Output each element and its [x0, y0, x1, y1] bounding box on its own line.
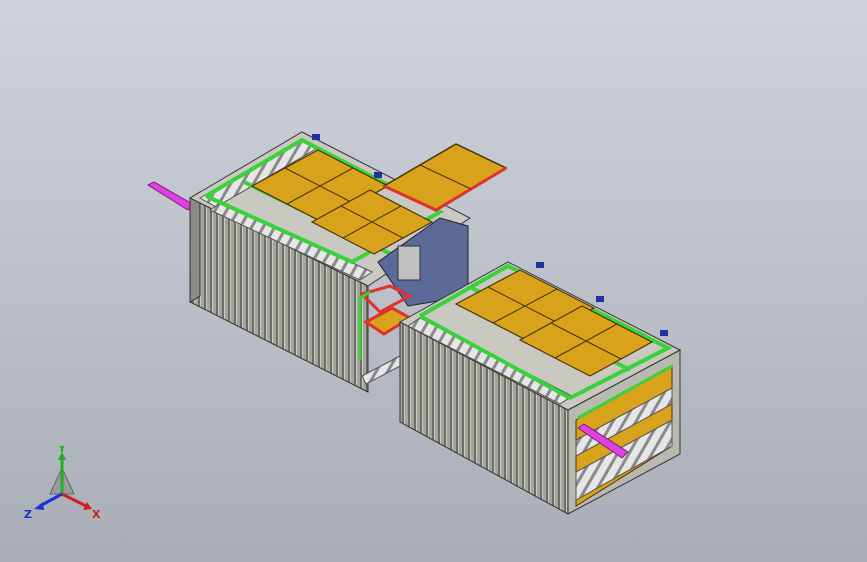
cad-viewport[interactable]: Y X Z — [0, 0, 867, 562]
clamp-icon — [374, 172, 382, 178]
y-axis-label: Y — [57, 446, 67, 455]
pipe-left[interactable] — [146, 181, 195, 211]
view-orientation-triad[interactable]: Y X Z — [22, 446, 112, 526]
clamp-icon — [536, 262, 544, 268]
clamp-icon — [596, 296, 604, 302]
z-axis-label: Z — [24, 508, 32, 521]
clamp-icon — [312, 134, 320, 140]
clamp-icon — [660, 330, 668, 336]
z-axis-icon — [39, 492, 63, 508]
container-left-end-wall — [189, 191, 201, 303]
x-axis-label: X — [92, 508, 101, 521]
model-canvas[interactable] — [0, 0, 867, 562]
x-axis-icon — [61, 492, 87, 508]
container-right[interactable] — [398, 261, 682, 515]
door-window — [397, 245, 421, 281]
